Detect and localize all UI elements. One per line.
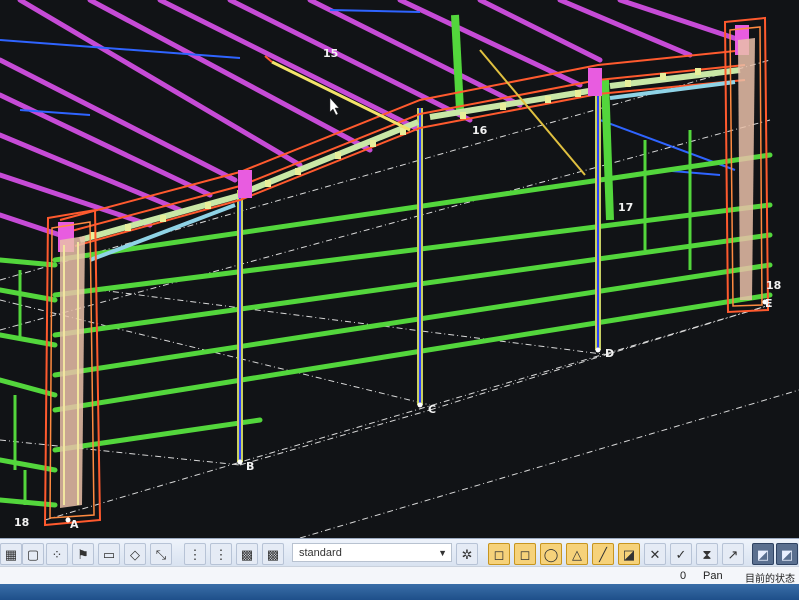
- view-select-value: standard: [299, 547, 342, 559]
- snap-corner-icon[interactable]: ◪: [618, 543, 640, 565]
- wall-posts-left: [13, 130, 692, 505]
- grid-label-18-right: 18: [766, 279, 782, 292]
- frame-columns: [237, 14, 614, 462]
- grid-label-15: 15: [323, 47, 339, 60]
- snap-line-icon[interactable]: ╱: [592, 543, 614, 565]
- status-number: 0: [680, 570, 687, 582]
- snap-x-icon[interactable]: ✕: [644, 543, 666, 565]
- render-mode-icon[interactable]: ◩: [776, 543, 798, 565]
- snap-triangle-icon[interactable]: △: [566, 543, 588, 565]
- settings-gear-icon[interactable]: ✲: [456, 543, 478, 565]
- hatch-icon[interactable]: ▩: [262, 543, 284, 565]
- grid-label-d: D: [605, 347, 615, 360]
- plane-icon[interactable]: ◇: [124, 543, 146, 565]
- snap-square-icon[interactable]: ◻: [514, 543, 536, 565]
- taskbar-edge: [0, 584, 799, 600]
- flag-icon[interactable]: ⚑: [72, 543, 94, 565]
- grid-label-16: 16: [472, 124, 488, 137]
- select-tool-icon[interactable]: ▦: [0, 543, 22, 565]
- base-nodes: [65, 299, 768, 523]
- grid-label-a: A: [70, 518, 79, 531]
- wall-girts: [0, 152, 773, 508]
- roof-purlins: [0, 0, 743, 238]
- grid-label-17: 17: [618, 201, 634, 214]
- member-filter-icon[interactable]: ⋮: [210, 543, 232, 565]
- grid-label-e: E: [765, 297, 773, 310]
- grid-label-c: C: [428, 403, 437, 416]
- view-select[interactable]: standard ▼: [292, 543, 452, 562]
- model-viewport[interactable]: A B C D E 15 16 17 18 18: [0, 0, 799, 538]
- rafter-flange: [89, 80, 736, 262]
- snap-grid-icon[interactable]: ⁘: [46, 543, 68, 565]
- grid-label-b: B: [246, 460, 255, 473]
- bottom-toolbar: ▦ ▢ ⁘ ⚑ ▭ ◇ ⤡ ⋮ ⋮ ▩ ▩ standard ▼ ✲ ◻ ◻ ◯…: [0, 538, 799, 567]
- window-icon[interactable]: ▭: [98, 543, 120, 565]
- frame-select-icon[interactable]: ▢: [22, 543, 44, 565]
- snap-circle-icon[interactable]: ◯: [540, 543, 562, 565]
- mouse-pointer-icon: [329, 97, 340, 116]
- grid-label-18-left: 18: [14, 516, 30, 529]
- status-state: 目前的状态: [745, 574, 795, 585]
- snap-hourglass-icon[interactable]: ⧗: [696, 543, 718, 565]
- arrow-icon[interactable]: ↗: [722, 543, 744, 565]
- pattern-icon[interactable]: ▩: [236, 543, 258, 565]
- snap-check-icon[interactable]: ✓: [670, 543, 692, 565]
- move-icon[interactable]: ⤡: [150, 543, 172, 565]
- view-mode-icon[interactable]: ◩: [752, 543, 774, 565]
- end-column-e: [723, 16, 770, 314]
- status-mode: Pan: [703, 570, 723, 582]
- snap-end-icon[interactable]: ◻: [488, 543, 510, 565]
- status-bar: 0 Pan 目前的状态: [0, 566, 799, 585]
- steel-frame-3d-model[interactable]: [0, 0, 799, 538]
- node-filter-icon[interactable]: ⋮: [184, 543, 206, 565]
- chevron-down-icon: ▼: [438, 548, 447, 558]
